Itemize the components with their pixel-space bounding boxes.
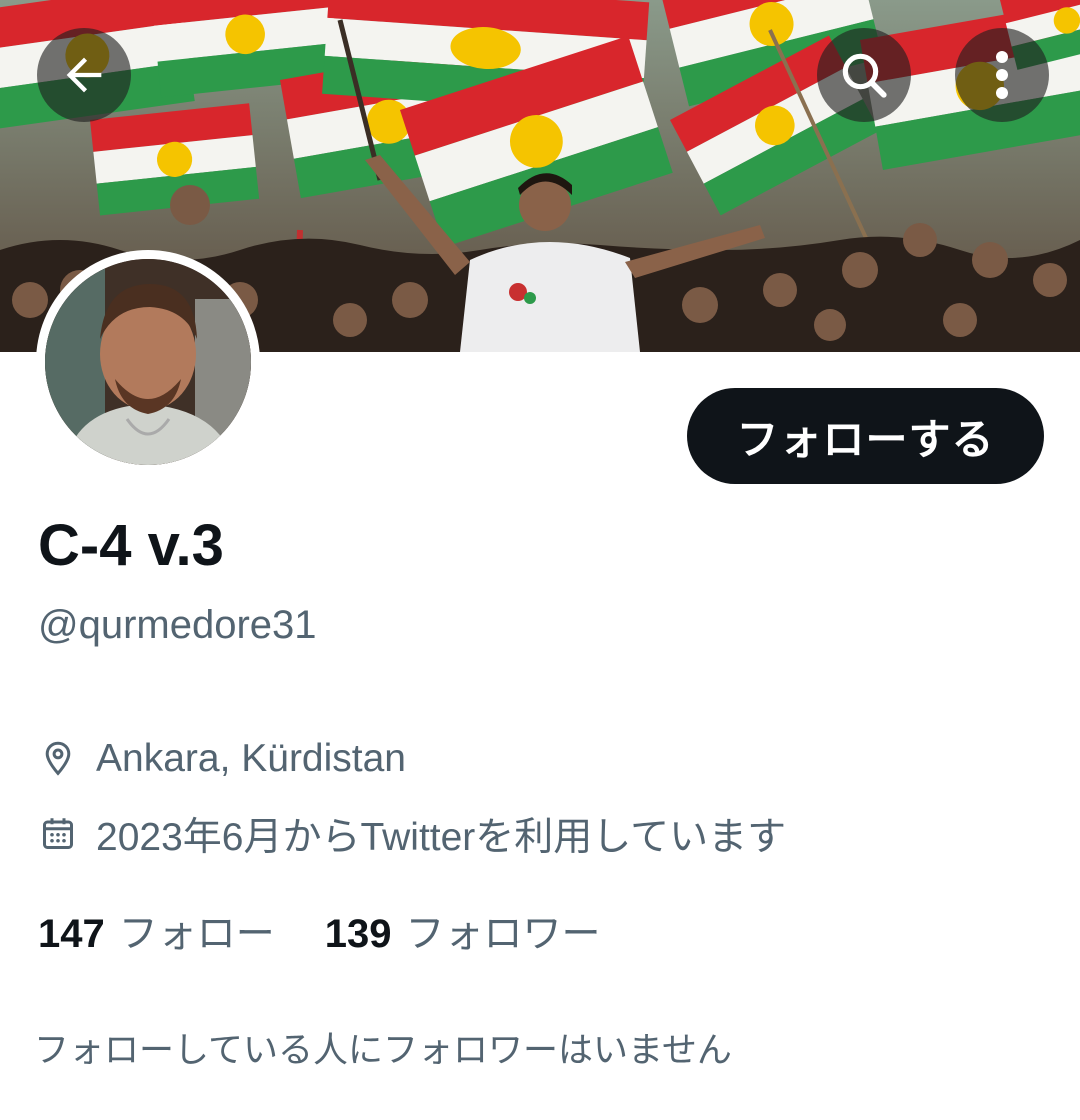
follow-stats: 147 フォロー 139 フォロワー bbox=[38, 903, 601, 959]
following-label: フォロー bbox=[118, 912, 275, 957]
joined-row: 2023年6月からTwitterを利用しています bbox=[38, 809, 786, 859]
vertical-ellipsis-icon bbox=[982, 49, 1022, 101]
avatar[interactable] bbox=[36, 250, 260, 474]
mutual-followers-notice: フォローしている人にフォロワーはいません bbox=[34, 1031, 732, 1071]
back-button[interactable] bbox=[37, 28, 131, 122]
search-button[interactable] bbox=[817, 28, 911, 122]
more-options-button[interactable] bbox=[955, 28, 1049, 122]
search-icon bbox=[836, 47, 892, 103]
followers-label: フォロワー bbox=[405, 912, 601, 957]
followers-count: 139 bbox=[324, 912, 392, 956]
location-text: Ankara, Kürdistan bbox=[96, 737, 407, 780]
joined-date-text: 2023年6月からTwitterを利用しています bbox=[96, 816, 787, 859]
location-pin-icon bbox=[38, 739, 78, 779]
follow-button[interactable]: フォローする bbox=[687, 388, 1044, 484]
display-name: C-4 v.3 bbox=[38, 513, 224, 578]
profile-page: フォローする C-4 v.3 @qurmedore31 Ankara, Kürd… bbox=[0, 0, 1080, 1120]
following-count: 147 bbox=[38, 912, 105, 956]
followers-link[interactable]: 139 フォロワー bbox=[325, 903, 601, 959]
user-handle: @qurmedore31 bbox=[38, 603, 317, 647]
following-link[interactable]: 147 フォロー bbox=[38, 903, 275, 959]
calendar-icon bbox=[38, 814, 78, 854]
avatar-image bbox=[45, 259, 251, 465]
arrow-left-icon bbox=[58, 49, 110, 101]
location-row: Ankara, Kürdistan bbox=[38, 734, 406, 784]
